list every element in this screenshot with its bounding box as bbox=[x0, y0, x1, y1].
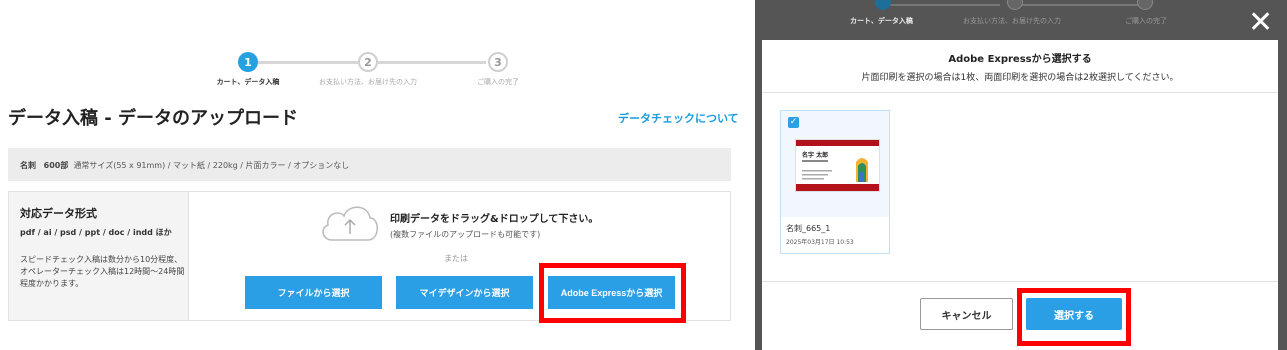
bg-step-3-circle bbox=[1137, 0, 1153, 10]
design-date: 2025年03月17日 10:53 bbox=[786, 239, 854, 246]
select-from-file-button[interactable]: ファイルから選択 bbox=[245, 276, 382, 309]
step-3-circle: 3 bbox=[488, 52, 508, 72]
design-thumbnail-image: ✓ 名字 太郎 bbox=[781, 111, 889, 217]
step-2-label: お支払い方法、お届け先の入力 bbox=[319, 78, 417, 86]
highlight-box bbox=[539, 263, 686, 323]
checkbox-checked-icon[interactable]: ✓ bbox=[788, 117, 799, 128]
bg-step-connector bbox=[1020, 4, 1140, 6]
card-preview-name: 名字 太郎 bbox=[802, 152, 829, 159]
close-icon[interactable]: ✕ bbox=[1248, 8, 1273, 38]
order-spec: 通常サイズ(55 x 91mm) / マット紙 / 220kg / 片面カラー … bbox=[73, 161, 350, 170]
select-from-mydesign-button[interactable]: マイデザインから選択 bbox=[396, 276, 533, 309]
page-title: データ入稿 - データのアップロード bbox=[8, 108, 299, 129]
formats-list: pdf / ai / psd / ppt / doc / indd ほか bbox=[20, 228, 172, 237]
modal-divider bbox=[762, 92, 1278, 93]
modal-title: Adobe Expressから選択する bbox=[948, 54, 1092, 65]
order-product: 名刺 bbox=[20, 161, 36, 170]
bg-step-1-circle bbox=[875, 0, 891, 10]
upload-page: 1 2 3 カート、データ入稿 お支払い方法、お届け先の入力 ご購入の完了 デー… bbox=[0, 0, 742, 350]
formats-title: 対応データ形式 bbox=[20, 207, 97, 220]
business-card-preview: 名字 太郎 bbox=[795, 139, 880, 192]
step-2-circle: 2 bbox=[358, 52, 378, 72]
step-1-label: カート、データ入稿 bbox=[216, 78, 280, 86]
modal-subtitle: 片面印刷を選択の場合は1枚、両面印刷を選択の場合は2枚選択してください。 bbox=[861, 73, 1179, 83]
formats-note: スピードチェック入稿は数分から10分程度、オペレーターチェック入稿は12時間〜2… bbox=[20, 255, 185, 288]
step-3-label: ご購入の完了 bbox=[477, 78, 519, 86]
cancel-button[interactable]: キャンセル bbox=[920, 298, 1013, 330]
progress-steps: 1 2 3 カート、データ入稿 お支払い方法、お届け先の入力 ご購入の完了 bbox=[200, 52, 540, 92]
drop-subtitle: (複数ファイルのアップロードも可能です) bbox=[390, 230, 541, 239]
drop-title: 印刷データをドラッグ&ドロップして下さい。 bbox=[390, 214, 599, 225]
highlight-box bbox=[1017, 288, 1131, 346]
data-check-link[interactable]: データチェックについて bbox=[618, 110, 739, 126]
modal-footer-divider bbox=[762, 281, 1278, 282]
bg-step-2-circle bbox=[1007, 0, 1023, 10]
bg-step-connector bbox=[890, 4, 1000, 6]
cloud-upload-icon bbox=[318, 198, 382, 250]
design-name: 名刺_665_1 bbox=[786, 224, 831, 233]
order-summary: 名刺 600部 通常サイズ(55 x 91mm) / マット紙 / 220kg … bbox=[8, 148, 731, 181]
step-connector bbox=[378, 61, 486, 64]
or-separator: または bbox=[444, 254, 468, 263]
step-1-circle: 1 bbox=[238, 52, 258, 72]
order-quantity: 600部 bbox=[43, 161, 69, 170]
supported-formats: 対応データ形式 pdf / ai / psd / ppt / doc / ind… bbox=[9, 192, 189, 320]
bg-step-2-label: お支払い方法、お届け先の入力 bbox=[963, 17, 1061, 25]
design-thumbnail-card[interactable]: ✓ 名字 太郎 名刺_665_1 2025年03月17日 10:53 bbox=[780, 110, 890, 254]
bg-step-3-label: ご購入の完了 bbox=[1125, 17, 1167, 25]
adobe-express-dialog-screen: カート、データ入稿 お支払い方法、お届け先の入力 ご購入の完了 ✕ Adobe … bbox=[755, 0, 1287, 350]
step-connector bbox=[258, 61, 358, 64]
bg-step-1-label: カート、データ入稿 bbox=[850, 17, 913, 25]
